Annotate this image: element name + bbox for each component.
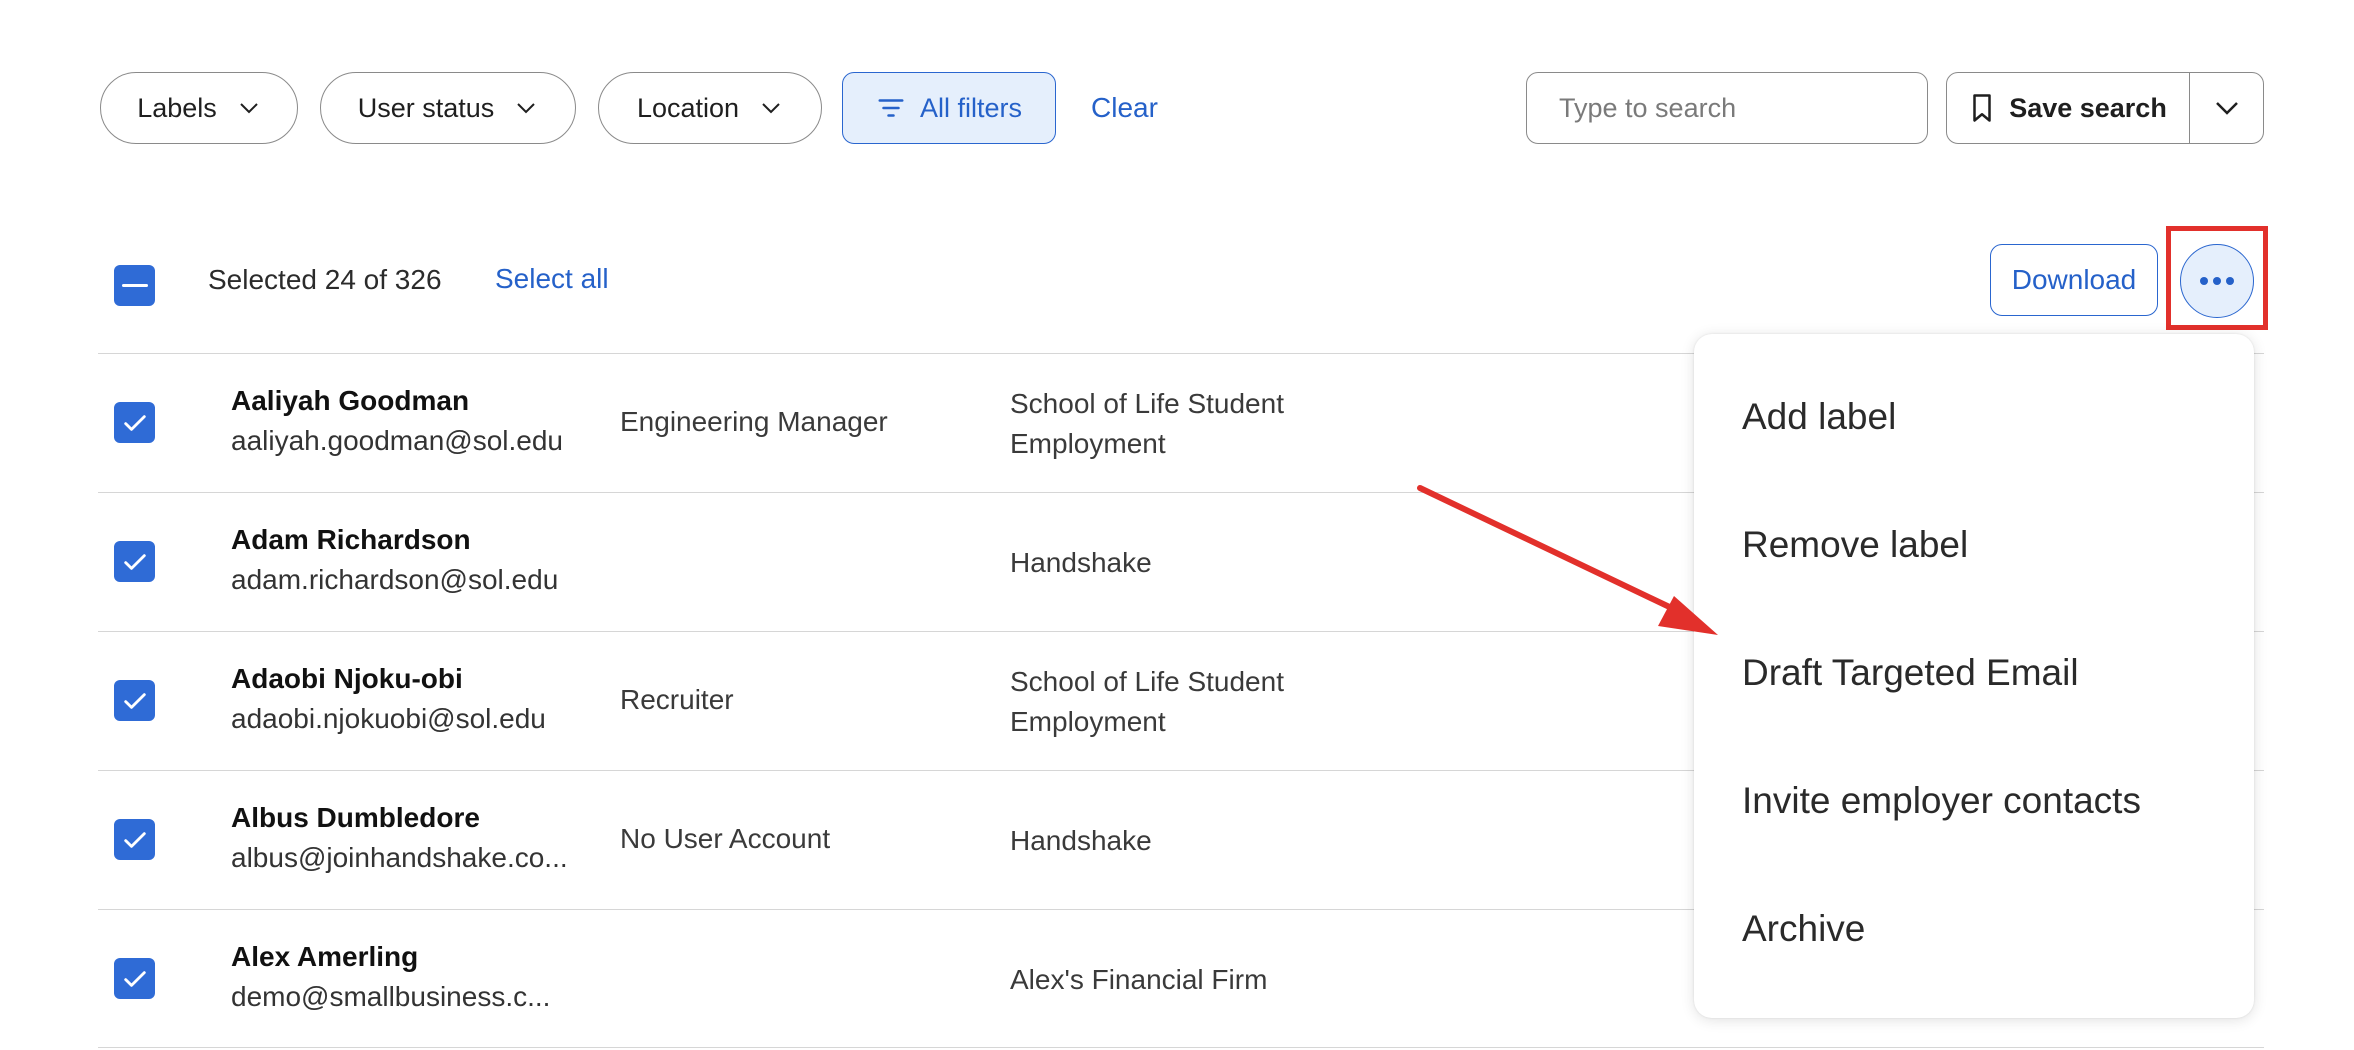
bookmark-icon [1973,94,1991,122]
chevron-down-icon [240,103,258,114]
select-all-link[interactable]: Select all [495,263,609,295]
menu-item-draft-targeted-email[interactable]: Draft Targeted Email [1742,652,2079,694]
chevron-down-icon [517,103,535,114]
more-dot-icon [2213,277,2221,285]
contact-name[interactable]: Aaliyah Goodman [231,385,469,417]
menu-item-remove-label[interactable]: Remove label [1742,524,1968,566]
labels-filter-dropdown[interactable]: Labels [100,72,298,144]
contact-email: adam.richardson@sol.edu [231,564,559,595]
contact-name[interactable]: Albus Dumbledore [231,802,480,834]
selected-count-text: Selected 24 of 326 [208,264,442,295]
row-checkbox[interactable] [114,958,155,999]
contact-email: albus@joinhandshake.co... [231,842,568,873]
contact-email: adaobi.njokuobi@sol.edu [231,703,546,734]
more-dot-icon [2200,277,2208,285]
organization-line: School of Life Student [1010,666,1284,697]
more-actions-menu: Add label Remove label Draft Targeted Em… [1694,334,2254,1018]
all-filters-label: All filters [919,92,1022,123]
contact-name[interactable]: Adam Richardson [231,524,471,556]
location-filter-dropdown[interactable]: Location [598,72,822,144]
contact-name[interactable]: Adaobi Njoku-obi [231,663,463,695]
contact-organization: School of Life Student Employment [1010,662,1350,742]
chevron-down-icon [2215,102,2238,115]
all-filters-button[interactable]: All filters [842,72,1056,144]
menu-item-archive[interactable]: Archive [1742,908,1865,950]
contact-role: No User Account [620,823,831,854]
location-filter-label: Location [636,92,740,123]
filter-icon [878,99,904,117]
save-search-options-button[interactable] [2189,73,2263,143]
save-search-label: Save search [2009,92,2167,123]
contact-organization: School of Life Student Employment [1010,384,1350,464]
row-checkbox[interactable] [114,680,155,721]
save-search-split-button: Save search [1946,72,2264,144]
organization-line: Handshake [1010,547,1152,578]
more-dot-icon [2226,277,2234,285]
row-checkbox[interactable] [114,819,155,860]
organization-line: Alex's Financial Firm [1010,964,1268,995]
contact-organization: Handshake [1010,543,1350,583]
contact-email: demo@smallbusiness.c... [231,981,551,1012]
more-actions-button[interactable] [2180,244,2254,318]
checkmark-icon [123,692,146,709]
labels-filter-label: Labels [137,92,217,123]
clear-filters-link[interactable]: Clear [1091,92,1158,124]
search-input[interactable] [1559,92,1913,124]
contact-role: Recruiter [620,684,734,715]
download-button[interactable]: Download [1990,244,2158,316]
menu-item-invite-employer-contacts[interactable]: Invite employer contacts [1742,780,2141,822]
chevron-down-icon [762,103,780,114]
save-search-button[interactable]: Save search [1947,73,2189,143]
contact-name[interactable]: Alex Amerling [231,941,418,973]
contact-organization: Handshake [1010,821,1350,861]
search-box [1526,72,1928,144]
checkmark-icon [123,970,146,987]
organization-line: School of Life Student [1010,388,1284,419]
row-checkbox[interactable] [114,541,155,582]
user-status-filter-label: User status [357,92,495,123]
checkmark-icon [123,414,146,431]
menu-item-add-label[interactable]: Add label [1742,396,1896,438]
contact-email: aaliyah.goodman@sol.edu [231,425,563,456]
organization-line: Employment [1010,706,1166,737]
organization-line: Employment [1010,428,1166,459]
checkmark-icon [123,553,146,570]
row-checkbox[interactable] [114,402,155,443]
user-status-filter-dropdown[interactable]: User status [320,72,576,144]
organization-line: Handshake [1010,825,1152,856]
select-all-checkbox-indeterminate[interactable] [114,265,155,306]
checkmark-icon [123,831,146,848]
contact-organization: Alex's Financial Firm [1010,960,1350,1000]
contact-role: Engineering Manager [620,406,888,437]
